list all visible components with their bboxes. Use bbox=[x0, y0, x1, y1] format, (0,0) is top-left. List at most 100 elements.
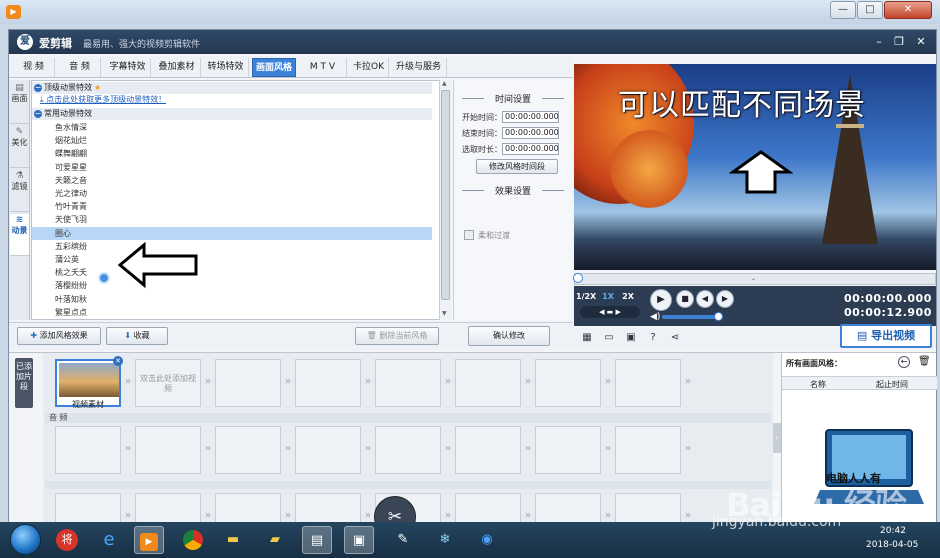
trash-icon[interactable]: 🗑 bbox=[918, 356, 931, 367]
soft-transition-checkbox[interactable] bbox=[464, 230, 474, 240]
empty-clip-slot[interactable] bbox=[215, 359, 281, 407]
confirm-modify-button[interactable]: 确认修改 bbox=[468, 326, 550, 346]
duration-input[interactable]: 00:00:00.000 bbox=[502, 143, 559, 155]
tab-overlay[interactable]: 叠加素材 bbox=[153, 58, 201, 77]
promo-link-text[interactable]: 点击此处获取更多顶级动景特效！ bbox=[46, 95, 166, 104]
share-icon[interactable]: ⋖ bbox=[668, 331, 682, 345]
promo-link[interactable]: ⤓ 点击此处获取更多顶级动景特效！ bbox=[40, 94, 166, 106]
tab-audio[interactable]: 音 频 bbox=[59, 58, 101, 77]
empty-clip-slot[interactable] bbox=[455, 359, 521, 407]
vtab-motion[interactable]: ≋ 动景 bbox=[10, 214, 29, 256]
end-time-input[interactable]: 00:00:00.000 bbox=[502, 127, 559, 139]
save-project-icon[interactable]: ▦ bbox=[580, 331, 594, 345]
effect-item[interactable]: 叶落知秋 bbox=[32, 293, 432, 306]
ie-icon[interactable]: e bbox=[94, 526, 124, 554]
scroll-down-icon[interactable]: ▼ bbox=[442, 310, 447, 317]
empty-clip-slot[interactable] bbox=[375, 359, 441, 407]
taskbar-app-red-icon[interactable]: 将 bbox=[52, 526, 82, 554]
effect-item[interactable]: 鱼水情深 bbox=[32, 121, 432, 134]
app-close-icon[interactable]: ✕ bbox=[913, 34, 929, 50]
app-window-icon[interactable]: ▶ bbox=[6, 5, 21, 19]
disk-icon[interactable]: ▣ bbox=[624, 331, 638, 345]
empty-clip-slot[interactable] bbox=[455, 426, 521, 474]
effect-item[interactable]: 五彩缤纷 bbox=[32, 240, 432, 253]
tab-picture-style[interactable]: 画面风格 bbox=[252, 58, 296, 77]
minimize-button[interactable]: — bbox=[830, 1, 856, 19]
effect-item[interactable]: 蝶舞翩翩 bbox=[32, 147, 432, 160]
empty-clip-slot[interactable] bbox=[535, 426, 601, 474]
tab-upgrade[interactable]: 升级与服务 bbox=[391, 58, 447, 77]
prev-frame-button[interactable]: ◀ bbox=[696, 290, 714, 308]
collapse-icon[interactable]: − bbox=[34, 84, 42, 92]
effect-item[interactable]: 桃之夭夭 bbox=[32, 266, 432, 279]
speed-1x-button[interactable]: 1X bbox=[598, 291, 618, 303]
vtab-beautify[interactable]: ✎ 美化 bbox=[10, 126, 29, 168]
empty-clip-slot[interactable] bbox=[135, 493, 201, 524]
add-style-button[interactable]: ✚ 添加风格效果 bbox=[17, 327, 101, 345]
monitor-icon[interactable]: ▣ bbox=[344, 526, 374, 554]
empty-clip-slot[interactable] bbox=[615, 493, 681, 524]
app-minimize-icon[interactable]: – bbox=[871, 34, 887, 50]
tab-mtv[interactable]: M T V bbox=[299, 58, 347, 77]
effect-item[interactable]: 可爱星星 bbox=[32, 161, 432, 174]
open-folder-icon[interactable]: ▭ bbox=[602, 331, 616, 345]
empty-clip-slot[interactable] bbox=[55, 426, 121, 474]
common-category[interactable]: − 常用动景特效 bbox=[32, 108, 432, 120]
volume-icon[interactable]: ◀) bbox=[650, 312, 660, 322]
folder2-icon[interactable]: ▰ bbox=[260, 526, 290, 554]
empty-clip-slot[interactable] bbox=[615, 426, 681, 474]
empty-clip-slot[interactable] bbox=[295, 359, 361, 407]
document-icon[interactable]: ▤ bbox=[302, 526, 332, 554]
delete-style-button[interactable]: 🗑 删除当前风格 bbox=[355, 327, 439, 345]
effect-item[interactable]: 圈心 bbox=[32, 226, 432, 240]
progress-knob[interactable] bbox=[573, 273, 583, 283]
maximize-button[interactable]: □ bbox=[857, 1, 883, 19]
frame-step-control[interactable]: ◀ ▬ ▶ bbox=[580, 306, 640, 318]
effect-item[interactable]: 光之律动 bbox=[32, 187, 432, 200]
aijianji-taskbar-icon[interactable]: ▶ bbox=[134, 526, 164, 554]
app-restore-icon[interactable]: ❐ bbox=[891, 34, 907, 50]
first-video-clip[interactable]: 视频素材 ✕ bbox=[55, 356, 123, 409]
clock-time[interactable]: 20:42 bbox=[880, 526, 906, 536]
empty-clip-slot[interactable] bbox=[535, 359, 601, 407]
effect-item[interactable]: 落樱纷纷 bbox=[32, 279, 432, 292]
vtab-filter[interactable]: ⚗ 滤镜 bbox=[10, 170, 29, 212]
paint-icon[interactable]: ✎ bbox=[388, 526, 418, 554]
effect-item[interactable]: 天使飞羽 bbox=[32, 213, 432, 226]
effect-item[interactable]: 繁星点点 bbox=[32, 306, 432, 319]
tab-subtitle-effects[interactable]: 字幕特效 bbox=[105, 58, 151, 77]
folder-icon[interactable]: ▬ bbox=[218, 526, 248, 554]
scroll-thumb[interactable] bbox=[441, 90, 450, 300]
empty-clip-slot[interactable] bbox=[55, 493, 121, 524]
next-frame-button[interactable]: ▶ bbox=[716, 290, 734, 308]
help-icon[interactable]: ? bbox=[646, 331, 660, 345]
export-video-button[interactable]: ▤ 导出视频 bbox=[840, 324, 932, 348]
empty-clip-slot[interactable] bbox=[215, 493, 281, 524]
empty-clip-slot[interactable] bbox=[375, 426, 441, 474]
snowflake-icon[interactable]: ❄ bbox=[430, 526, 460, 554]
start-time-input[interactable]: 00:00:00.000 bbox=[502, 111, 559, 123]
collapse-icon[interactable]: − bbox=[34, 110, 42, 118]
effect-list-scrollbar[interactable]: ▲ ▼ bbox=[439, 80, 451, 320]
empty-clip-slot[interactable] bbox=[295, 493, 361, 524]
close-button[interactable]: ✕ bbox=[884, 1, 932, 19]
speed-2x-button[interactable]: 2X bbox=[618, 291, 638, 303]
empty-clip-slot[interactable]: 双击此处添加视频 bbox=[135, 359, 201, 407]
volume-knob[interactable] bbox=[714, 312, 723, 321]
remove-clip-icon[interactable]: ✕ bbox=[113, 356, 123, 366]
chevron-down-icon[interactable]: ⌄ bbox=[751, 275, 756, 282]
empty-clip-slot[interactable] bbox=[295, 426, 361, 474]
tab-transitions[interactable]: 转场特效 bbox=[203, 58, 249, 77]
empty-clip-slot[interactable] bbox=[215, 426, 281, 474]
modify-time-button[interactable]: 修改风格时间段 bbox=[476, 159, 558, 174]
scroll-up-icon[interactable]: ▲ bbox=[442, 80, 447, 87]
tab-video[interactable]: 视 频 bbox=[13, 58, 55, 77]
premium-category[interactable]: − 顶级动景特效 ★ bbox=[32, 82, 432, 94]
empty-clip-slot[interactable] bbox=[535, 493, 601, 524]
expand-panel-icon[interactable]: › bbox=[773, 423, 781, 453]
effect-item[interactable]: 竹叶青青 bbox=[32, 200, 432, 213]
playback-progress-bar[interactable]: ⌄ bbox=[573, 273, 936, 285]
empty-clip-slot[interactable] bbox=[615, 359, 681, 407]
speed-half-button[interactable]: 1/2X bbox=[576, 291, 596, 303]
chrome-icon[interactable] bbox=[178, 526, 208, 554]
